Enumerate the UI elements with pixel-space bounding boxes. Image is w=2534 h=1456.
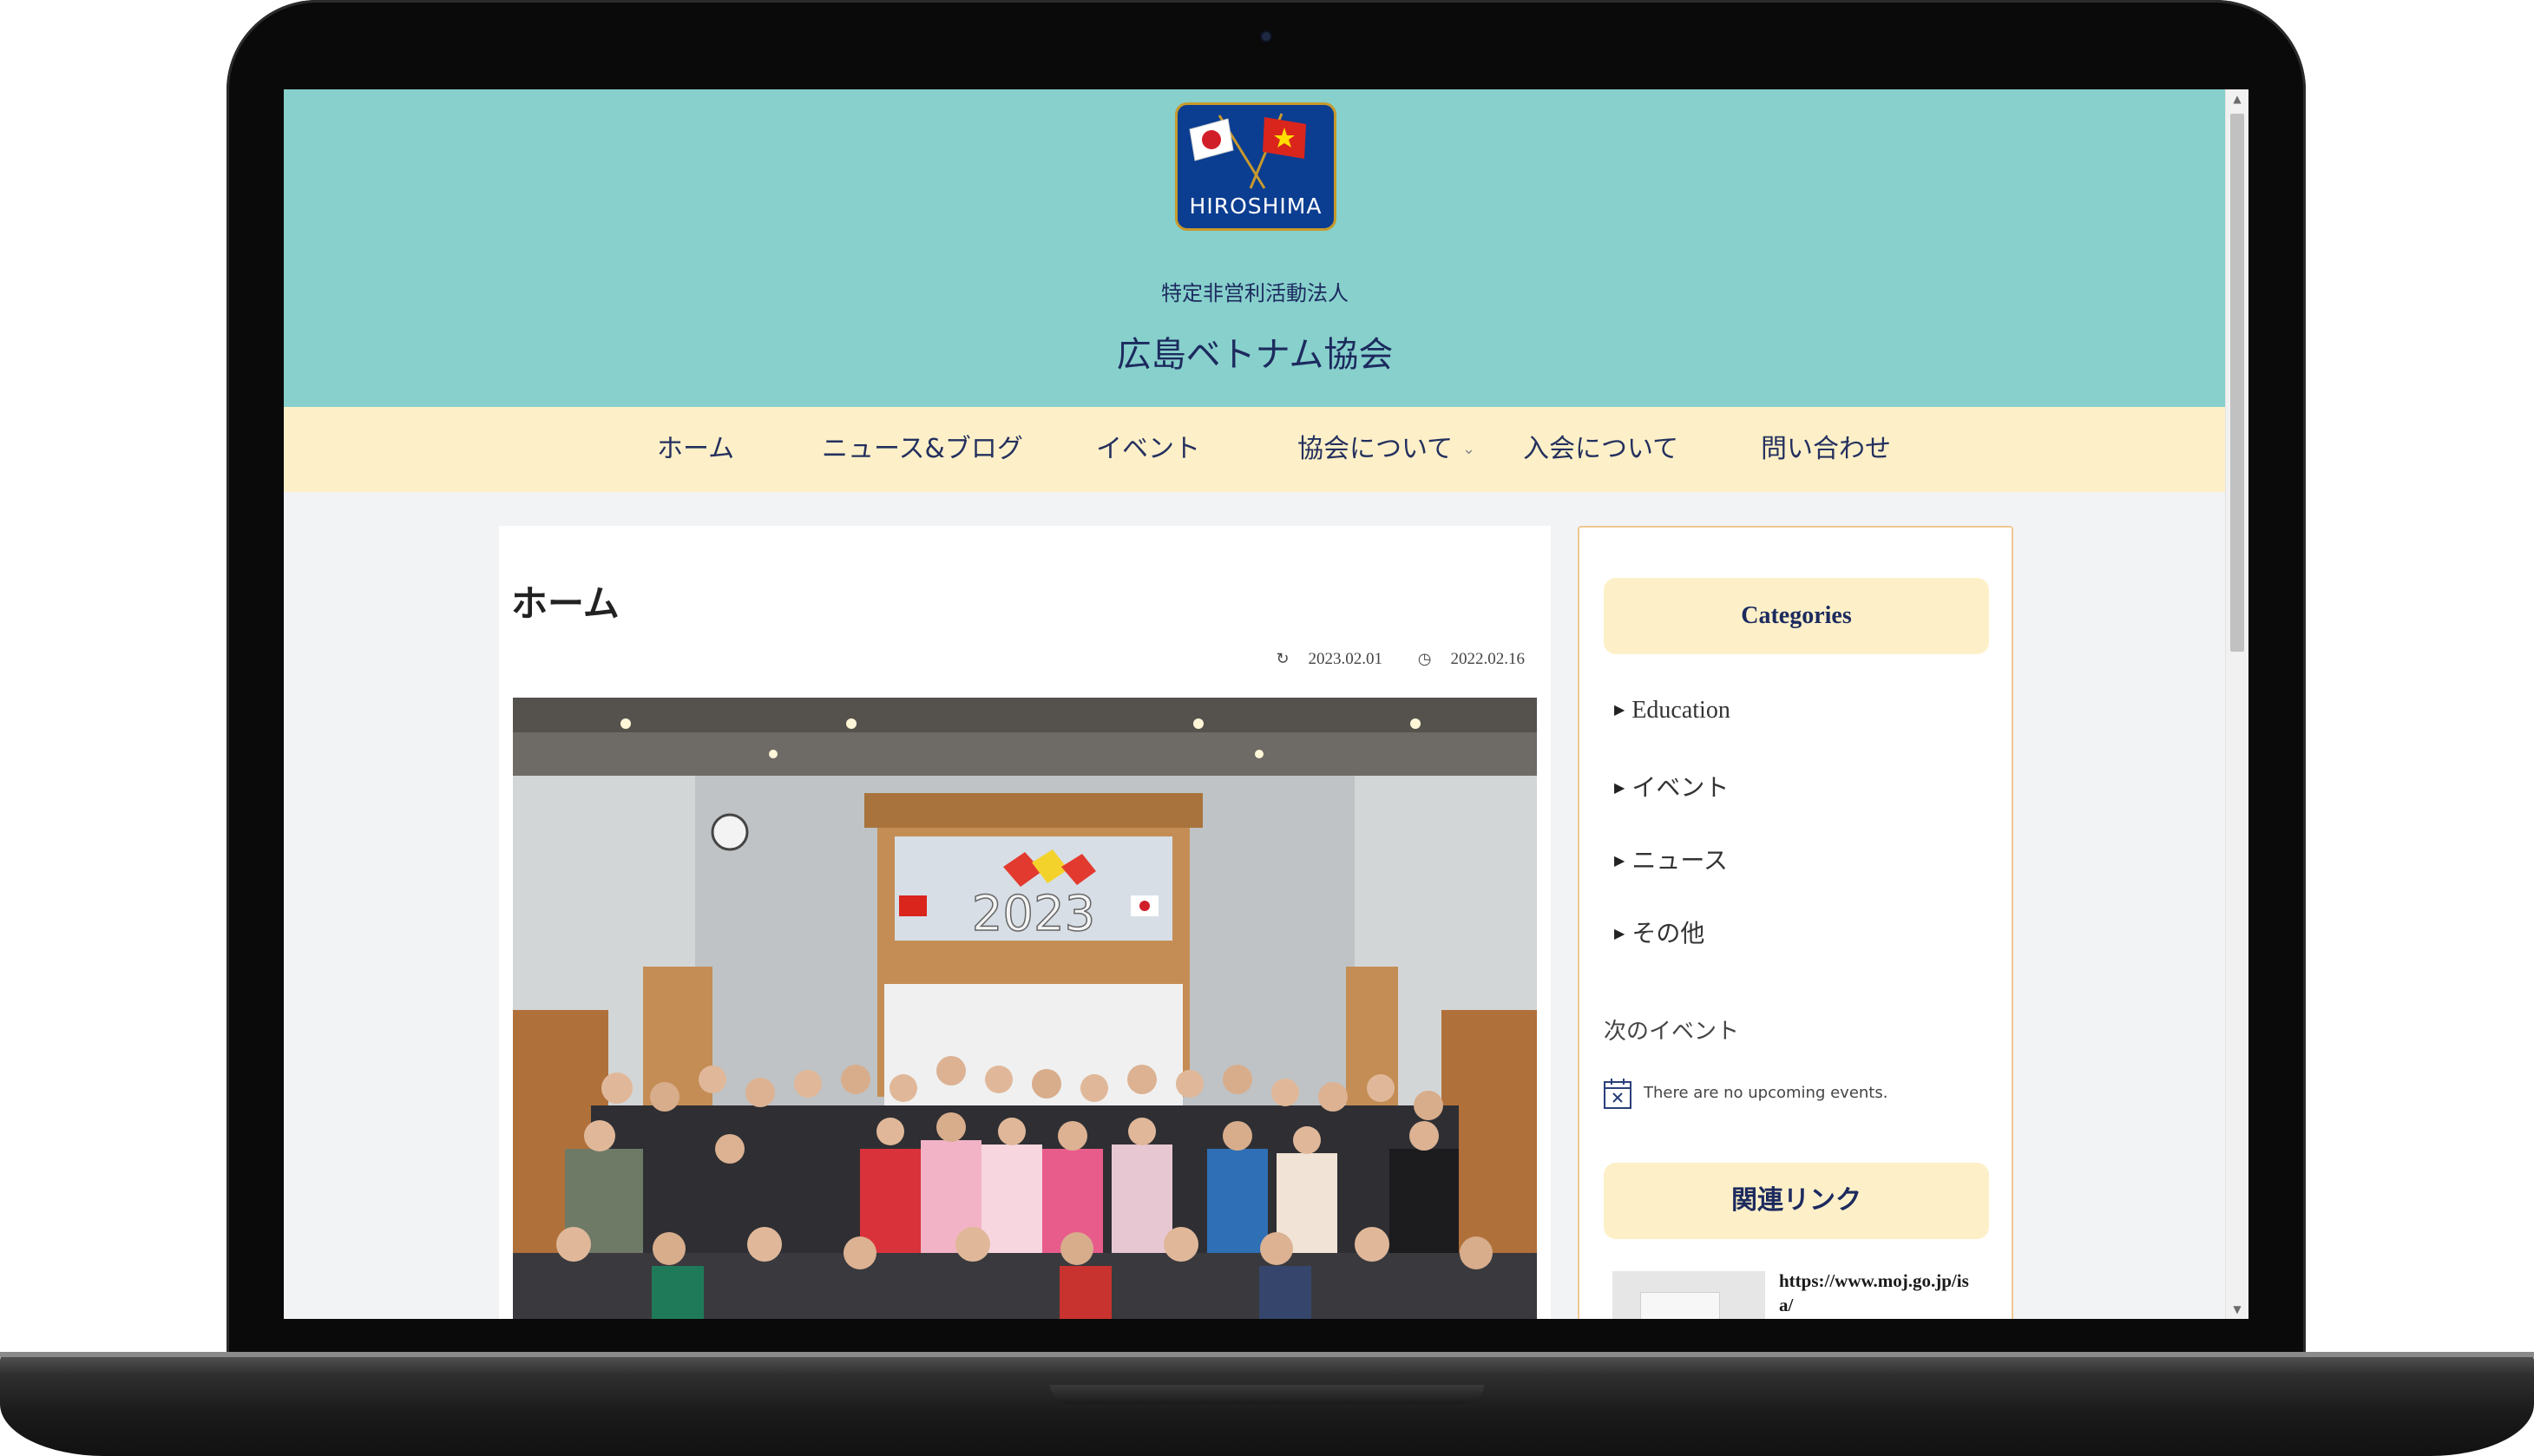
caret-right-icon: ▶ — [1614, 852, 1625, 869]
nav-item-home[interactable]: ホーム — [657, 407, 734, 492]
updated-date: ↻ 2023.02.01 — [1276, 650, 1383, 668]
sidebar: Categories ▶ Education ▶ イベント ▶ ニュース ▶ その他 次… — [1578, 526, 2013, 1319]
link-thumbnail[interactable] — [1612, 1271, 1765, 1319]
nav-item-events[interactable]: イベント — [1096, 407, 1200, 492]
scroll-up-arrow-icon[interactable]: ▲ — [2226, 89, 2248, 108]
group-photo: 2023 — [513, 698, 1537, 1319]
org-type-label: 特定非営利活動法人 — [1161, 281, 1349, 305]
category-news[interactable]: ▶ ニュース — [1614, 842, 1728, 876]
site-logo[interactable]: HIROSHIMA — [1175, 102, 1336, 231]
camera-icon — [1262, 32, 1270, 41]
refresh-icon: ↻ — [1276, 650, 1290, 667]
group-photo-illustration: 2023 — [513, 698, 1537, 1319]
laptop-notch — [1050, 1385, 1484, 1404]
page-scrollbar[interactable]: ▲ ▼ — [2225, 89, 2248, 1319]
category-other[interactable]: ▶ その他 — [1614, 915, 1704, 949]
calendar-x-icon — [1604, 1079, 1631, 1109]
nav-item-news-blog[interactable]: ニュース&ブログ — [822, 407, 1023, 492]
banner-year-text: 2023 — [972, 886, 1096, 942]
page-title: ホーム — [511, 582, 620, 625]
main-nav: ホーム ニュース&ブログ イベント 協会について ⌄ 入会について 問い合わせ — [284, 407, 2226, 492]
related-links-heading: 関連リンク — [1604, 1163, 1989, 1239]
categories-heading: Categories — [1604, 578, 1989, 654]
chevron-down-icon[interactable]: ⌄ — [1462, 407, 1475, 492]
post-dates: ↻ 2023.02.01 ◷ 2022.02.16 — [1244, 650, 1525, 669]
related-link-url[interactable]: https://www.moj.go.jp/isa/ — [1779, 1269, 1979, 1317]
nav-item-contact[interactable]: 問い合わせ — [1761, 407, 1891, 492]
caret-right-icon: ▶ — [1614, 703, 1625, 718]
logo-text: HIROSHIMA — [1189, 193, 1323, 219]
no-events-message: There are no upcoming events. — [1604, 1078, 1887, 1109]
main-content: ホーム ↻ 2023.02.01 ◷ 2022.02.16 2023 — [499, 526, 1551, 1319]
site-title[interactable]: 広島ベトナム協会 — [284, 326, 2226, 377]
caret-right-icon: ▶ — [1614, 779, 1625, 796]
laptop-base — [0, 1352, 2534, 1456]
scroll-down-arrow-icon[interactable]: ▼ — [2226, 1300, 2248, 1319]
laptop-base-edge — [0, 1352, 2534, 1357]
nav-item-about[interactable]: 協会について — [1297, 407, 1453, 492]
upcoming-events-heading: 次のイベント — [1604, 1019, 1740, 1045]
clock-icon: ◷ — [1417, 650, 1432, 667]
scroll-thumb[interactable] — [2230, 114, 2244, 652]
site-header: HIROSHIMA 特定非営利活動法人 広島ベトナム協会 — [284, 89, 2226, 407]
browser-screen: HIROSHIMA 特定非営利活動法人 広島ベトナム協会 ホーム ニュース&ブロ… — [284, 89, 2248, 1319]
nav-item-membership[interactable]: 入会について — [1523, 407, 1678, 492]
caret-right-icon: ▶ — [1614, 925, 1625, 941]
published-date: ◷ 2022.02.16 — [1417, 650, 1525, 668]
category-education[interactable]: ▶ Education — [1614, 697, 1730, 725]
category-events[interactable]: ▶ イベント — [1614, 769, 1729, 803]
